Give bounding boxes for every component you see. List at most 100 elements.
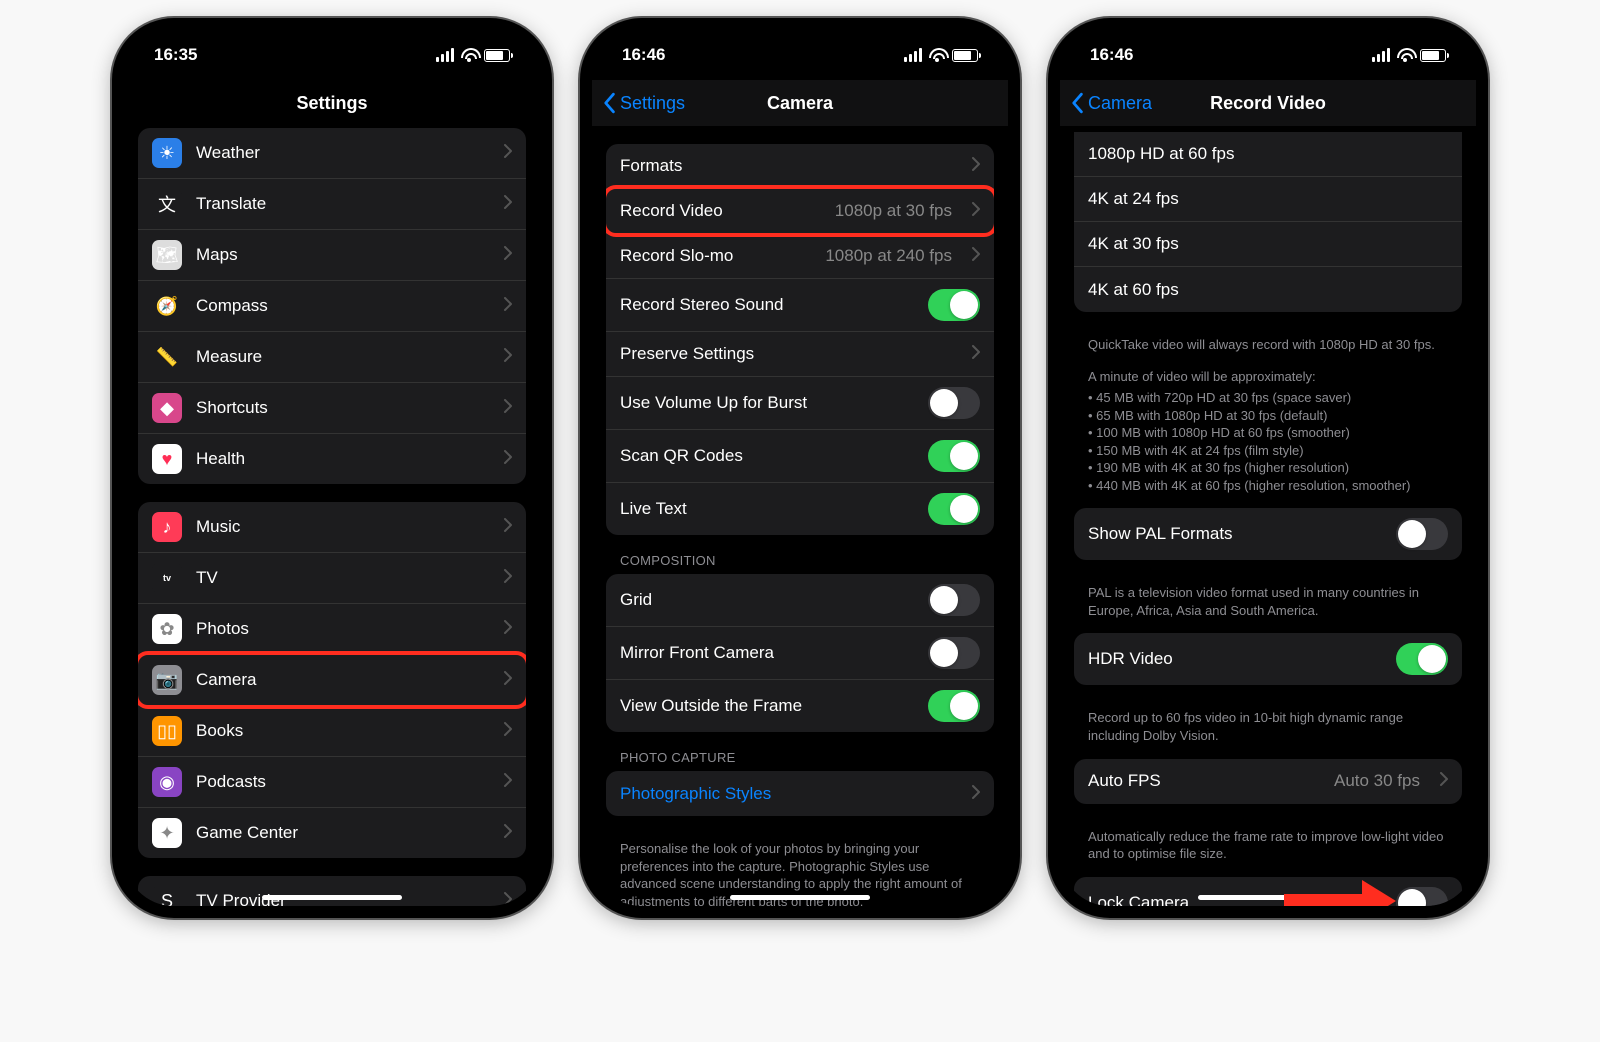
back-button[interactable]: Settings xyxy=(602,92,685,114)
toggle-switch[interactable] xyxy=(928,289,980,321)
toggle-switch[interactable] xyxy=(1396,643,1448,675)
row-label: Record Video xyxy=(620,201,821,221)
toggle-switch[interactable] xyxy=(928,387,980,419)
toggle-switch[interactable] xyxy=(928,690,980,722)
chevron-right-icon xyxy=(972,246,980,266)
settings-row[interactable]: ♥Health xyxy=(138,434,526,484)
chevron-right-icon xyxy=(504,891,512,906)
section-header: COMPOSITION xyxy=(606,553,994,574)
toggle-switch[interactable] xyxy=(1396,887,1448,906)
resolution-options: 1080p HD at 60 fps4K at 24 fps4K at 30 f… xyxy=(1074,132,1462,312)
settings-row[interactable]: Scan QR Codes xyxy=(606,430,994,483)
toggle-switch[interactable] xyxy=(928,493,980,525)
settings-row[interactable]: 📏Measure xyxy=(138,332,526,383)
settings-row[interactable]: ◆Shortcuts xyxy=(138,383,526,434)
settings-group: ♪MusictvTV✿Photos📷Camera ▯▯ Books ◉Podcasts… xyxy=(138,502,526,858)
navbar: Settings Camera xyxy=(592,80,1008,126)
settings-row[interactable]: Record Video 1080p at 30 fps xyxy=(606,189,994,234)
phone-settings: 16:35 Settings ☀︎Weather文Translate🗺Maps🧭… xyxy=(112,18,552,918)
toggle-switch[interactable] xyxy=(928,637,980,669)
chevron-right-icon xyxy=(504,517,512,537)
settings-row[interactable]: ♪Music xyxy=(138,502,526,553)
settings-row[interactable]: Preserve Settings xyxy=(606,332,994,377)
chevron-right-icon xyxy=(1440,771,1448,791)
signal-icon xyxy=(1372,48,1390,62)
settings-row[interactable]: Grid xyxy=(606,574,994,627)
section-footer: PAL is a television video format used in… xyxy=(1074,578,1462,633)
settings-row[interactable]: 🗺Maps xyxy=(138,230,526,281)
battery-icon xyxy=(952,49,978,62)
battery-icon xyxy=(484,49,510,62)
settings-row[interactable]: 🧭Compass xyxy=(138,281,526,332)
row-detail: Auto 30 fps xyxy=(1334,771,1420,791)
row-label: Preserve Settings xyxy=(620,344,958,364)
resolution-option[interactable]: 1080p HD at 60 fps xyxy=(1074,132,1462,177)
clock: 16:35 xyxy=(154,45,197,65)
home-indicator[interactable] xyxy=(730,895,870,900)
section-header: PHOTO CAPTURE xyxy=(606,750,994,771)
page-title: Record Video xyxy=(1210,93,1326,114)
settings-row[interactable]: Auto FPSAuto 30 fps xyxy=(1074,759,1462,804)
clock: 16:46 xyxy=(1090,45,1133,65)
row-label: Photos xyxy=(196,619,490,639)
settings-row[interactable]: Record Stereo Sound xyxy=(606,279,994,332)
row-label: Books xyxy=(196,721,490,741)
settings-row[interactable]: STV Provider xyxy=(138,876,526,906)
row-label: Compass xyxy=(196,296,490,316)
wifi-icon xyxy=(928,48,946,62)
toggle-switch[interactable] xyxy=(928,584,980,616)
navbar: Settings xyxy=(124,80,540,126)
tv-icon: tv xyxy=(152,563,182,593)
row-label: Shortcuts xyxy=(196,398,490,418)
back-button[interactable]: Camera xyxy=(1070,92,1152,114)
settings-group: ☀︎Weather文Translate🗺Maps🧭Compass📏Measure… xyxy=(138,128,526,484)
settings-row[interactable]: HDR Video xyxy=(1074,633,1462,685)
row-label: Live Text xyxy=(620,499,914,519)
phone-record-video: 16:46 Camera Record Video 1080p HD at 60… xyxy=(1048,18,1488,918)
row-label: Measure xyxy=(196,347,490,367)
settings-row[interactable]: 文Translate xyxy=(138,179,526,230)
chevron-right-icon xyxy=(504,670,512,690)
filesize-note: A minute of video will be approximately:… xyxy=(1074,368,1462,509)
settings-row[interactable]: ✦Game Center xyxy=(138,808,526,858)
resolution-option[interactable]: 4K at 24 fps xyxy=(1074,177,1462,222)
settings-row[interactable]: ☀︎Weather xyxy=(138,128,526,179)
home-indicator[interactable] xyxy=(1198,895,1338,900)
settings-row[interactable]: Photographic Styles xyxy=(606,771,994,816)
settings-row[interactable]: Record Slo-mo 1080p at 240 fps xyxy=(606,234,994,279)
signal-icon xyxy=(436,48,454,62)
row-label: Camera xyxy=(196,670,490,690)
chevron-right-icon xyxy=(504,347,512,367)
resolution-option[interactable]: 4K at 60 fps xyxy=(1074,267,1462,312)
page-title: Camera xyxy=(767,93,833,114)
row-label: Scan QR Codes xyxy=(620,446,914,466)
settings-row[interactable]: Use Volume Up for Burst xyxy=(606,377,994,430)
row-label: Record Slo-mo xyxy=(620,246,811,266)
home-indicator[interactable] xyxy=(262,895,402,900)
settings-row[interactable]: 📷Camera xyxy=(138,655,526,706)
settings-group: HDR Video xyxy=(1074,633,1462,685)
row-detail: 1080p at 30 fps xyxy=(835,201,952,221)
page-title: Settings xyxy=(296,93,367,114)
resolution-option[interactable]: 4K at 30 fps xyxy=(1074,222,1462,267)
row-label: Maps xyxy=(196,245,490,265)
settings-row[interactable]: Live Text xyxy=(606,483,994,535)
music-icon: ♪ xyxy=(152,512,182,542)
settings-row[interactable]: tvTV xyxy=(138,553,526,604)
row-label: Game Center xyxy=(196,823,490,843)
settings-row[interactable]: Show PAL Formats xyxy=(1074,508,1462,560)
books-icon: ▯▯ xyxy=(152,716,182,746)
row-label: Record Stereo Sound xyxy=(620,295,914,315)
settings-row[interactable]: ✿Photos xyxy=(138,604,526,655)
chevron-right-icon xyxy=(504,619,512,639)
settings-row[interactable]: Mirror Front Camera xyxy=(606,627,994,680)
row-label: Podcasts xyxy=(196,772,490,792)
toggle-switch[interactable] xyxy=(928,440,980,472)
settings-row[interactable]: ◉Podcasts xyxy=(138,757,526,808)
row-detail: 1080p at 240 fps xyxy=(825,246,952,266)
toggle-switch[interactable] xyxy=(1396,518,1448,550)
settings-row[interactable]: View Outside the Frame xyxy=(606,680,994,732)
settings-row[interactable]: ▯▯ Books xyxy=(138,706,526,757)
settings-row[interactable]: Lock Camera xyxy=(1074,877,1462,906)
settings-row[interactable]: Formats xyxy=(606,144,994,189)
